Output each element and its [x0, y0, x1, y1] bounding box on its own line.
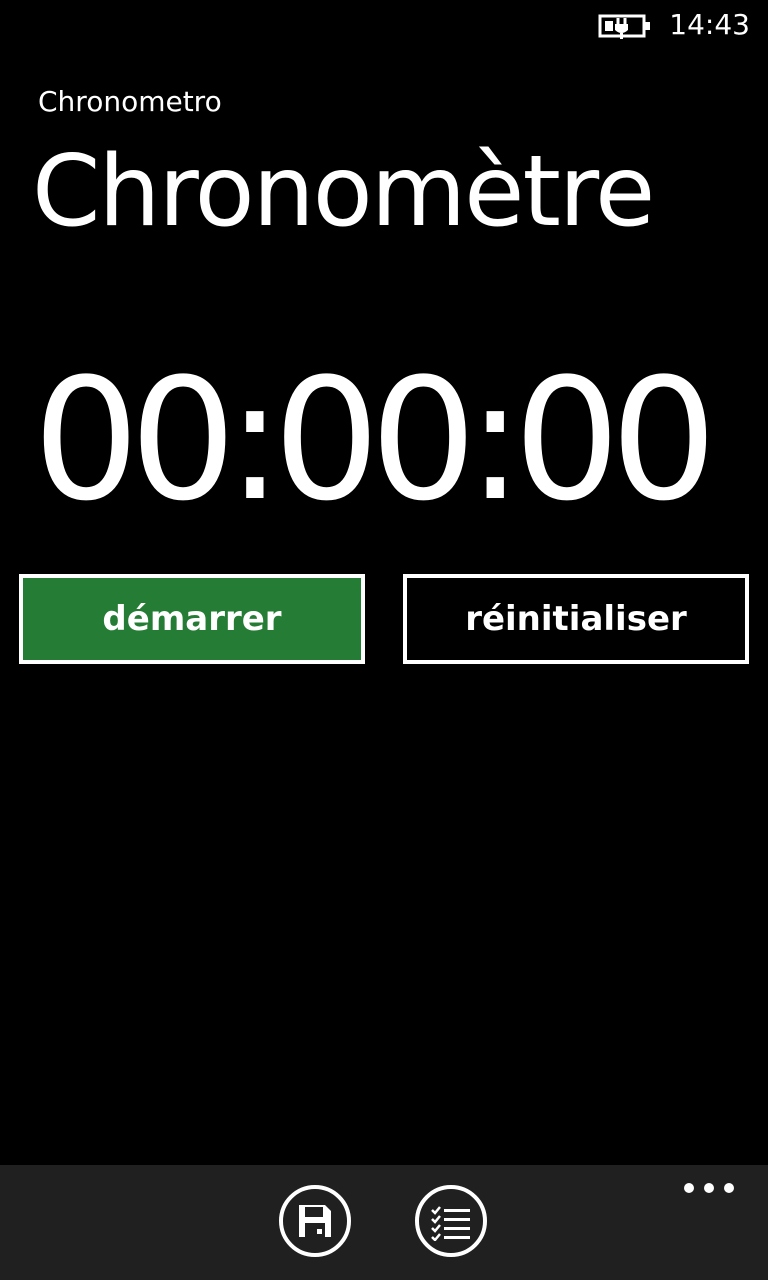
save-icon	[299, 1205, 331, 1237]
page-title: Chronomètre	[32, 135, 655, 249]
checklist-icon	[431, 1206, 470, 1241]
more-options-button[interactable]	[684, 1181, 734, 1195]
save-button[interactable]	[279, 1185, 351, 1257]
status-time: 14:43	[669, 8, 750, 41]
ellipsis-icon	[704, 1183, 714, 1193]
ellipsis-icon	[724, 1183, 734, 1193]
start-button[interactable]: démarrer	[19, 574, 365, 664]
ellipsis-icon	[684, 1183, 694, 1193]
app-name: Chronometro	[38, 85, 222, 118]
start-button-label: démarrer	[102, 599, 282, 639]
app-bar	[0, 1165, 768, 1280]
battery-charging-icon	[598, 14, 650, 39]
list-button[interactable]	[415, 1185, 487, 1257]
timer-display: 00:00:00	[32, 342, 718, 538]
reset-button-label: réinitialiser	[465, 599, 687, 639]
reset-button[interactable]: réinitialiser	[403, 574, 749, 664]
status-bar: 14:43	[0, 0, 768, 52]
